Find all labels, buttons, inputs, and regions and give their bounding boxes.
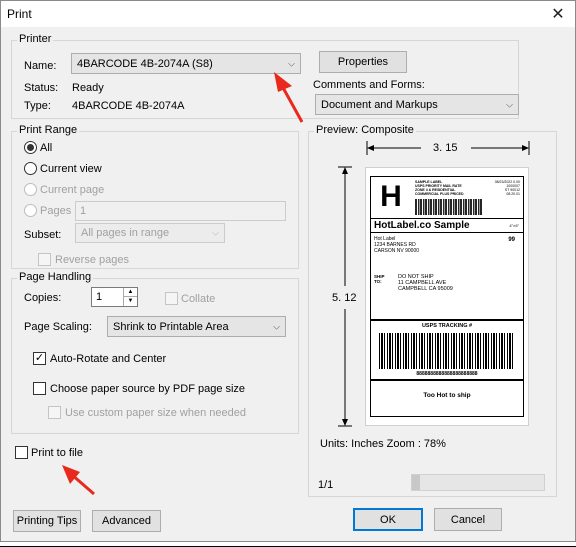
- label-tracking-barcode: [379, 333, 515, 369]
- page-indicator: 1/1: [318, 479, 334, 491]
- custom-paper-label: Use custom paper size when needed: [65, 407, 246, 419]
- label-from-line: CARSON NV 90000: [374, 248, 420, 254]
- radio-all[interactable]: [24, 141, 37, 154]
- reverse-pages-label: Reverse pages: [55, 254, 129, 266]
- print-to-file-label: Print to file: [31, 447, 83, 459]
- print-to-file-checkbox[interactable]: [15, 446, 28, 459]
- radio-current-view-label: Current view: [40, 163, 102, 175]
- printer-name-select[interactable]: 4BARCODE 4B-2074A (S8) ⌵: [71, 53, 301, 74]
- print-range-group-label: Print Range: [17, 124, 80, 136]
- title-bar: Print ✕: [1, 1, 575, 27]
- custom-paper-checkbox[interactable]: [48, 406, 61, 419]
- printing-tips-button[interactable]: Printing Tips: [13, 510, 81, 532]
- print-dialog: Print ✕ Printer Name: 4BARCODE 4B-2074A …: [0, 0, 576, 542]
- window-title: Print: [7, 7, 32, 21]
- units-zoom-text: Units: Inches Zoom : 78%: [320, 438, 446, 450]
- width-dimension-value: 3. 15: [433, 142, 458, 154]
- pages-input[interactable]: 1: [75, 201, 286, 221]
- comments-forms-label: Comments and Forms:: [313, 79, 425, 91]
- page-scaling-select[interactable]: Shrink to Printable Area ⌵: [107, 316, 286, 337]
- reverse-pages-checkbox[interactable]: [38, 253, 51, 266]
- label-brand-suffix: 4"×6": [509, 223, 519, 228]
- radio-all-label: All: [40, 142, 53, 154]
- printer-group-label: Printer: [17, 33, 54, 45]
- subset-label: Subset:: [24, 229, 62, 241]
- auto-rotate-label: Auto-Rotate and Center: [50, 353, 167, 365]
- chevron-down-icon: ⌵: [212, 227, 219, 238]
- label-header-line: COMMERCIAL PLUS PRICED: [415, 192, 464, 196]
- close-button[interactable]: ✕: [541, 1, 575, 27]
- printer-status-value: Ready: [72, 82, 104, 94]
- label-to-line: CAMPBELL CA 95009: [398, 286, 453, 292]
- printer-name-label: Name:: [24, 60, 57, 72]
- subset-value: All pages in range: [81, 227, 170, 239]
- collate-label: Collate: [181, 293, 216, 305]
- label-header: H SAMPLE LABEL USPS PRIORITY MAIL RATE Z…: [371, 177, 523, 219]
- spin-down-icon[interactable]: ▼: [123, 297, 137, 306]
- label-brand: HotLabel.co Sample: [374, 220, 470, 231]
- radio-current-view[interactable]: [24, 162, 37, 175]
- label-tracking-number: 8888888888888888888888: [416, 371, 478, 377]
- comments-forms-value: Document and Markups: [321, 98, 438, 111]
- label-footer: Too Hot to ship: [423, 392, 471, 399]
- printer-type-value: 4BARCODE 4B-2074A: [72, 100, 185, 112]
- properties-button[interactable]: Properties: [319, 51, 407, 73]
- preview-label: Preview: Composite: [314, 124, 416, 136]
- label-ship-to-label: SHIP TO:: [374, 274, 385, 284]
- page-slider-thumb[interactable]: [412, 475, 420, 490]
- cancel-button[interactable]: Cancel: [434, 508, 502, 531]
- label-header-right: 08/23/2022 0.00 1000007 ST 90012 08.20.0…: [495, 180, 520, 196]
- radio-pages-label: Pages: [40, 205, 72, 217]
- paper-source-label: Choose paper source by PDF page size: [50, 383, 246, 395]
- printer-name-value: 4BARCODE 4B-2074A (S8): [77, 57, 213, 70]
- pages-input-value: 1: [80, 205, 87, 217]
- height-dimension-value: 5. 12: [332, 292, 357, 304]
- spin-up-icon[interactable]: ▲: [123, 288, 137, 297]
- radio-pages[interactable]: [24, 204, 37, 217]
- printer-status-label: Status:: [24, 82, 59, 94]
- label-from-right: 99: [508, 237, 515, 243]
- label-2d-barcode: [415, 199, 483, 215]
- label-header-lines: SAMPLE LABEL USPS PRIORITY MAIL RATE ZON…: [415, 180, 464, 196]
- chevron-down-icon: ⌵: [273, 321, 280, 331]
- radio-current-page-label: Current page: [40, 184, 105, 196]
- page-handling-group-label: Page Handling: [17, 271, 94, 283]
- collate-checkbox[interactable]: [165, 292, 178, 305]
- chevron-down-icon: ⌵: [506, 99, 513, 109]
- comments-forms-select[interactable]: Document and Markups ⌵: [315, 94, 519, 115]
- print-range-group: Print Range: [11, 124, 299, 269]
- radio-current-page[interactable]: [24, 183, 37, 196]
- label-tracking-section: USPS TRACKING # 8888888888888888888888: [371, 319, 523, 381]
- label-inner: H SAMPLE LABEL USPS PRIORITY MAIL RATE Z…: [370, 176, 524, 417]
- label-preview: H SAMPLE LABEL USPS PRIORITY MAIL RATE Z…: [365, 167, 529, 426]
- label-tracking-title: USPS TRACKING #: [421, 323, 473, 329]
- subset-select[interactable]: All pages in range ⌵: [75, 223, 225, 243]
- advanced-button[interactable]: Advanced: [92, 510, 161, 532]
- label-brand-row: HotLabel.co Sample 4"×6": [371, 220, 523, 233]
- copies-value: 1: [96, 291, 103, 303]
- page-slider[interactable]: [411, 474, 545, 491]
- copies-stepper[interactable]: 1 ▲ ▼: [91, 287, 138, 307]
- chevron-down-icon: ⌵: [288, 58, 295, 68]
- label-to: DO NOT SHIP 11 CAMPBELL AVE CAMPBELL CA …: [398, 274, 453, 292]
- copies-label: Copies:: [24, 292, 62, 304]
- auto-rotate-checkbox[interactable]: ✓: [33, 352, 46, 365]
- page-scaling-label: Page Scaling:: [24, 321, 92, 333]
- printer-type-label: Type:: [24, 100, 51, 112]
- ok-button[interactable]: OK: [353, 508, 423, 531]
- paper-source-checkbox[interactable]: [33, 382, 46, 395]
- label-big-letter: H: [380, 180, 402, 213]
- label-header-right-line: 08.20.01: [506, 192, 520, 196]
- label-from: Hot Label 1234 BARNES RD CARSON NV 90000: [374, 236, 419, 254]
- close-icon: ✕: [551, 6, 565, 23]
- page-scaling-value: Shrink to Printable Area: [113, 320, 229, 333]
